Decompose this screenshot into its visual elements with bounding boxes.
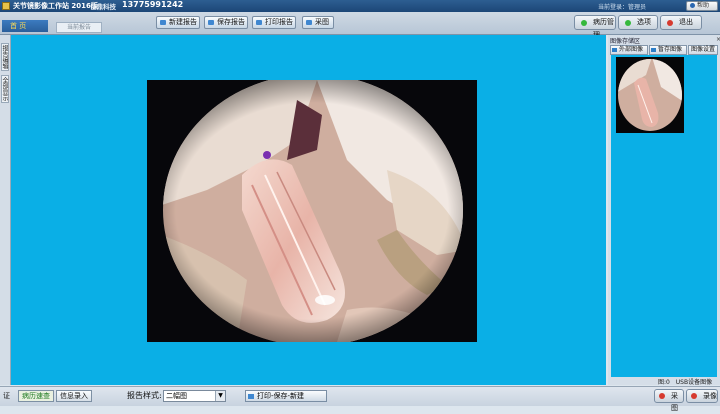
new-report-button[interactable]: 新建报告 (156, 16, 200, 29)
status-left-text: 证 (3, 392, 10, 400)
print-save-new-label: 打印-保存-新建 (257, 392, 305, 400)
red-record-icon (659, 393, 665, 399)
green-status-icon (625, 20, 631, 26)
close-icon[interactable]: × (716, 36, 720, 43)
exit-button[interactable]: 退出 (660, 15, 702, 30)
record-label: 录像 (703, 392, 717, 400)
save-report-icon (208, 20, 214, 25)
report-style-value: 二幅图 (166, 392, 187, 400)
main-image-view (11, 35, 606, 385)
report-style-label: 报告样式: (127, 391, 162, 400)
thumbnail-image (616, 57, 684, 133)
sidebar-tab-report-edit[interactable]: 报告编辑 (1, 43, 9, 71)
title-bar: 关节镜影像工作站 2016版 巨鼎科技 13775991242 当前登录：管理员… (0, 0, 720, 12)
temp-image-button[interactable]: 暂存图像 (649, 45, 687, 55)
green-status-icon (581, 20, 587, 26)
help-label: 帮助 (697, 2, 710, 9)
endoscope-image (147, 80, 477, 342)
image-storage-panel: 图像存储区 × 外部图像 暂存图像 图像设置 图:0 USB设备图像 (608, 35, 720, 386)
new-report-label: 新建报告 (169, 18, 197, 26)
red-status-icon (667, 20, 673, 26)
login-info: 当前登录：管理员 (598, 4, 647, 11)
case-management-button[interactable]: 病历管理 (574, 15, 616, 39)
save-report-button[interactable]: 保存报告 (204, 16, 248, 29)
usb-status: 图:0 USB设备图像 (658, 377, 712, 386)
print-icon (248, 394, 254, 399)
capture-image-label: 采图 (315, 18, 329, 26)
chevron-down-icon[interactable]: ▼ (215, 391, 225, 401)
external-image-label: 外部图像 (619, 46, 644, 53)
help-button[interactable]: 帮助 (686, 1, 718, 11)
main-toolbar: 首 页 当前报告 新建报告 保存报告 打印报告 采图 病历管理 选项 退出 (0, 12, 720, 39)
app-logo-icon (2, 2, 10, 10)
sidebar-tab-show-all[interactable]: 全部显示 (1, 75, 9, 103)
external-image-button[interactable]: 外部图像 (610, 45, 648, 55)
tab-home[interactable]: 首 页 (2, 20, 48, 32)
new-report-icon (160, 20, 166, 25)
company-name: 巨鼎科技 (90, 3, 116, 11)
status-bar: 证 病历速查 信息录入 报告样式: 二幅图 ▼ 打印-保存-新建 采图 录像 (0, 386, 720, 412)
left-sidebar: 报告编辑 全部显示 (0, 35, 11, 385)
options-label: 选项 (637, 18, 651, 26)
print-save-new-button[interactable]: 打印-保存-新建 (245, 390, 327, 402)
tab-current-report[interactable]: 当前报告 (56, 22, 102, 33)
thumbnail-area (611, 55, 717, 377)
folder-icon (612, 48, 617, 52)
record-video-button[interactable]: 录像 (686, 389, 718, 403)
exit-label: 退出 (679, 18, 693, 26)
report-style-select[interactable]: 二幅图 ▼ (163, 390, 226, 402)
red-record-icon (691, 393, 697, 399)
panel-title: 图像存储区 (610, 38, 641, 45)
image-settings-button[interactable]: 图像设置 (688, 45, 718, 55)
capture-button[interactable]: 采图 (654, 389, 684, 412)
usb-device-label: USB设备图像 (675, 379, 713, 386)
options-button[interactable]: 选项 (618, 15, 658, 30)
temp-image-label: 暂存图像 (658, 46, 683, 53)
phone-number: 13775991242 (122, 0, 184, 9)
print-report-label: 打印报告 (265, 18, 293, 26)
arthroscopic-image (147, 80, 477, 342)
print-report-button[interactable]: 打印报告 (252, 16, 296, 29)
image-count: 图:0 (658, 379, 670, 386)
info-entry-button[interactable]: 信息录入 (56, 390, 92, 402)
case-search-button[interactable]: 病历速查 (18, 390, 54, 402)
capture-image-button[interactable]: 采图 (302, 16, 334, 29)
image-thumbnail[interactable] (616, 57, 684, 133)
camera-icon (306, 20, 312, 25)
capture-label: 采图 (671, 392, 678, 412)
app-title: 关节镜影像工作站 2016版 (13, 2, 98, 10)
help-icon (690, 3, 695, 8)
print-report-icon (256, 20, 262, 25)
save-icon (651, 48, 656, 52)
save-report-label: 保存报告 (217, 18, 245, 26)
